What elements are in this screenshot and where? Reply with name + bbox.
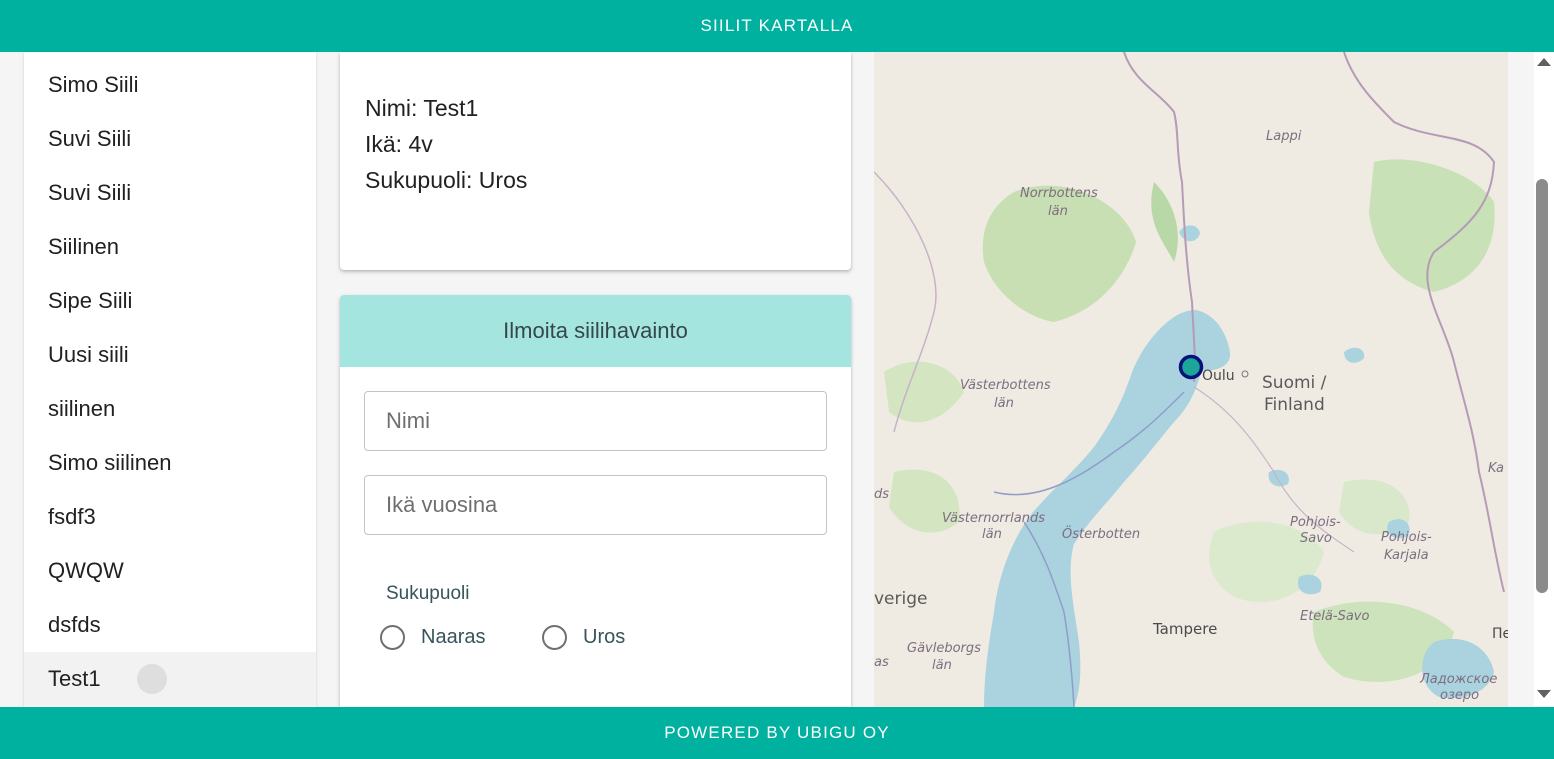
map-label: Västernorrlands [942, 511, 1045, 526]
radio-male[interactable]: Uros [542, 625, 625, 650]
list-item-label: Siilinen [48, 234, 119, 259]
map-label: Pohjois- [1381, 530, 1432, 545]
map-city-label: Пе [1492, 626, 1508, 642]
map-label: Gävleborgs [907, 641, 981, 656]
map-label: Norrbottens [1020, 186, 1098, 201]
app-footer: POWERED BY UBIGU OY [0, 707, 1554, 759]
map-view[interactable]: Lappi Norrbottens län Västerbottens län … [874, 52, 1508, 707]
list-item-label: Uusi siili [48, 342, 129, 367]
map-label: Karjala [1384, 548, 1429, 563]
list-item-label: siilinen [48, 396, 116, 421]
list-item[interactable]: Suvi Siili [24, 112, 316, 166]
map-label: Ладожское [1419, 672, 1497, 687]
list-item[interactable]: Simo siilinen [24, 436, 316, 490]
list-item-selected[interactable]: Test1 [24, 652, 316, 706]
list-item-label: Simo Siili [48, 72, 139, 97]
radio-male-label: Uros [583, 626, 626, 648]
map-label: Österbotten [1062, 525, 1140, 542]
map-canvas[interactable]: Lappi Norrbottens län Västerbottens län … [874, 52, 1508, 707]
map-label: län [982, 527, 1002, 542]
radio-female[interactable]: Naaras [380, 625, 485, 650]
map-label: as [874, 655, 889, 670]
radio-circle-icon[interactable] [380, 625, 405, 650]
map-label: Etelä-Savo [1300, 609, 1369, 624]
list-item[interactable]: fsdf3 [24, 490, 316, 544]
age-input[interactable] [364, 475, 827, 535]
radio-female-label: Naaras [421, 626, 486, 648]
map-city-label: Tampere [1152, 620, 1217, 638]
hedgehog-list: Simo Siili Suvi Siili Suvi Siili Siiline… [24, 52, 316, 707]
map-country-label: Suomi / [1262, 373, 1327, 393]
app-header: SIILIT KARTALLA [0, 0, 1554, 52]
list-item-label: QWQW [48, 558, 124, 583]
map-label: Savo [1300, 531, 1332, 546]
map-city-label: Oulu [1202, 368, 1235, 384]
map-country-label: Finland [1264, 395, 1325, 415]
map-label: län [994, 396, 1014, 411]
map-label: озеро [1440, 688, 1479, 703]
list-item-label: Suvi Siili [48, 180, 132, 205]
list-item-label: Simo siilinen [48, 450, 172, 475]
hedgehog-details-card: Nimi: Test1 Ikä: 4v Sukupuoli: Uros [340, 52, 851, 270]
location-marker-icon[interactable] [1178, 354, 1204, 380]
page-scrollbar[interactable] [1534, 52, 1554, 707]
list-item[interactable]: Sipe Siili [24, 274, 316, 328]
sighting-form: Ilmoita siilihavainto Sukupuoli Naaras U… [340, 295, 851, 707]
map-label: Lappi [1266, 129, 1302, 144]
list-item[interactable]: Suvi Siili [24, 166, 316, 220]
map-label: län [1048, 204, 1068, 219]
detail-age: Ikä: 4v [365, 131, 433, 157]
map-label: län [932, 658, 952, 673]
list-item[interactable]: Siilinen [24, 220, 316, 274]
list-item[interactable]: Simo Siili [24, 52, 316, 112]
scroll-thumb[interactable] [1536, 179, 1548, 593]
map-label: Pohjois- [1290, 515, 1341, 530]
detail-gender: Sukupuoli: Uros [365, 167, 528, 193]
list-item[interactable]: dsfds [24, 598, 316, 652]
detail-name: Nimi: Test1 [365, 95, 479, 121]
form-title: Ilmoita siilihavainto [503, 318, 688, 343]
list-item-label: Test1 [48, 666, 101, 691]
list-item-label: dsfds [48, 612, 101, 637]
scroll-down-arrow-icon[interactable] [1537, 690, 1551, 698]
name-input[interactable] [364, 391, 827, 451]
list-item[interactable]: QWQW [24, 544, 316, 598]
radio-circle-icon[interactable] [542, 625, 567, 650]
map-label: Ka [1488, 461, 1504, 476]
scroll-up-arrow-icon[interactable] [1537, 58, 1551, 66]
gender-label: Sukupuoli [386, 583, 470, 604]
map-country-label: verige [874, 589, 927, 609]
list-item-label: fsdf3 [48, 504, 96, 529]
app-title: SIILIT KARTALLA [700, 16, 854, 35]
click-ripple [136, 664, 167, 694]
form-header: Ilmoita siilihavainto [340, 295, 851, 367]
list-item[interactable]: Uusi siili [24, 328, 316, 382]
list-item-label: Sipe Siili [48, 288, 133, 313]
footer-text: POWERED BY UBIGU OY [664, 723, 890, 742]
list-item-label: Suvi Siili [48, 126, 132, 151]
map-label: ds [874, 487, 889, 502]
list-item[interactable]: siilinen [24, 382, 316, 436]
map-label: Västerbottens [960, 378, 1051, 393]
